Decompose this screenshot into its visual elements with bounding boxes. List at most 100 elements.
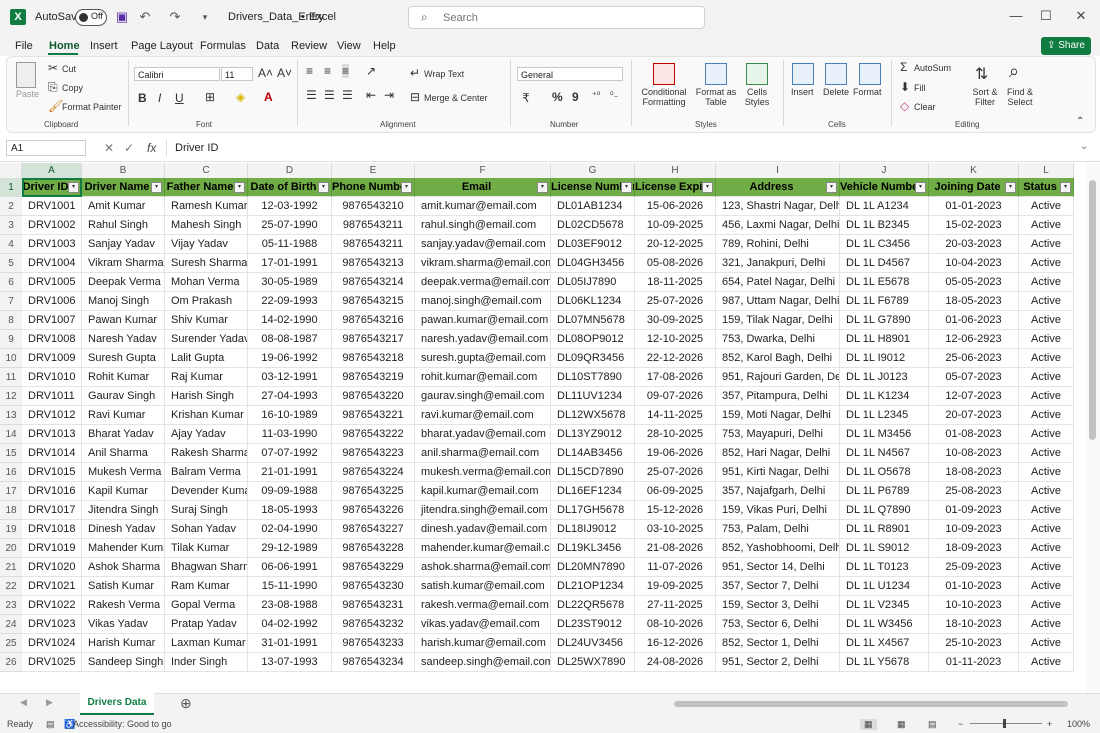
table-cell[interactable]: 357, Najafgarh, Delhi xyxy=(716,482,840,501)
format-as-table-button[interactable]: Format as Table xyxy=(694,87,738,107)
table-cell[interactable]: 10-08-2023 xyxy=(929,444,1019,463)
macro-icon[interactable]: ▤ xyxy=(46,719,55,730)
table-cell[interactable]: DRV1018 xyxy=(22,520,82,539)
table-cell[interactable]: 9876543214 xyxy=(332,273,415,292)
table-cell[interactable]: 22-12-2026 xyxy=(635,349,716,368)
align-top-icon[interactable]: ≡ xyxy=(306,64,313,78)
autosum-icon[interactable]: Σ xyxy=(900,60,907,74)
table-cell[interactable]: 753, Dwarka, Delhi xyxy=(716,330,840,349)
cancel-formula-icon[interactable]: ✕ xyxy=(104,141,114,155)
table-cell[interactable]: 11-07-2026 xyxy=(635,558,716,577)
copy-icon[interactable]: ⎘ xyxy=(48,80,58,95)
menu-data[interactable]: Data xyxy=(256,40,279,52)
table-cell[interactable]: 10-09-2025 xyxy=(635,216,716,235)
clear-button[interactable]: Clear xyxy=(914,102,936,112)
minimize-icon[interactable]: — xyxy=(1006,8,1026,23)
table-cell[interactable]: 15-06-2026 xyxy=(635,197,716,216)
table-cell[interactable]: 01-08-2023 xyxy=(929,425,1019,444)
table-cell[interactable]: 9876543225 xyxy=(332,482,415,501)
table-cell[interactable]: 14-02-1990 xyxy=(248,311,332,330)
table-cell[interactable]: DL 1L F6789 xyxy=(840,292,929,311)
table-cell[interactable]: 20-03-2023 xyxy=(929,235,1019,254)
menu-review[interactable]: Review xyxy=(291,40,327,52)
table-cell[interactable]: 9876543216 xyxy=(332,311,415,330)
column-header-k[interactable]: K xyxy=(929,163,1019,178)
table-cell[interactable]: 852, Hari Nagar, Delhi xyxy=(716,444,840,463)
column-header-f[interactable]: F xyxy=(415,163,551,178)
header-cell[interactable]: Phone Number ▾ xyxy=(332,178,415,197)
table-cell[interactable]: DL 1L V2345 xyxy=(840,596,929,615)
table-cell[interactable]: 19-06-1992 xyxy=(248,349,332,368)
table-cell[interactable]: 16-12-2026 xyxy=(635,634,716,653)
table-cell[interactable]: 29-12-1989 xyxy=(248,539,332,558)
align-left-icon[interactable]: ☰ xyxy=(306,88,317,102)
filter-dropdown-icon[interactable]: ▾ xyxy=(1005,182,1016,193)
header-cell[interactable]: Joining Date ▾ xyxy=(929,178,1019,197)
table-cell[interactable]: 9876543224 xyxy=(332,463,415,482)
table-cell[interactable]: 22-09-1993 xyxy=(248,292,332,311)
table-cell[interactable]: 21-01-1991 xyxy=(248,463,332,482)
table-cell[interactable]: DL06KL1234 xyxy=(551,292,635,311)
table-cell[interactable]: 9876543211 xyxy=(332,235,415,254)
table-cell[interactable]: 123, Shastri Nagar, Delhi xyxy=(716,197,840,216)
row-header[interactable]: 7 xyxy=(0,292,22,311)
table-cell[interactable]: 321, Janakpuri, Delhi xyxy=(716,254,840,273)
row-header[interactable]: 19 xyxy=(0,520,22,539)
column-header-a[interactable]: A xyxy=(22,163,82,178)
table-cell[interactable]: vikram.sharma@email.com xyxy=(415,254,551,273)
table-cell[interactable]: DRV1023 xyxy=(22,615,82,634)
table-cell[interactable]: Active xyxy=(1019,615,1074,634)
row-header[interactable]: 14 xyxy=(0,425,22,444)
table-cell[interactable]: DL25WX7890 xyxy=(551,653,635,672)
table-cell[interactable]: 09-09-1988 xyxy=(248,482,332,501)
table-cell[interactable]: DL 1L B2345 xyxy=(840,216,929,235)
table-cell[interactable]: DRV1003 xyxy=(22,235,82,254)
comma-style-button[interactable]: 9 xyxy=(572,90,579,104)
row-header[interactable]: 4 xyxy=(0,235,22,254)
horizontal-scroll-thumb[interactable] xyxy=(674,701,1068,707)
table-cell[interactable]: 25-10-2023 xyxy=(929,634,1019,653)
table-cell[interactable]: 25-08-2023 xyxy=(929,482,1019,501)
row-header[interactable]: 10 xyxy=(0,349,22,368)
conditional-formatting-button[interactable]: Conditional Formatting xyxy=(638,87,690,107)
table-cell[interactable]: ashok.sharma@email.com xyxy=(415,558,551,577)
table-cell[interactable]: Pratap Yadav xyxy=(165,615,248,634)
table-cell[interactable]: rahul.singh@email.com xyxy=(415,216,551,235)
table-cell[interactable]: DL 1L E5678 xyxy=(840,273,929,292)
decrease-decimal-icon[interactable]: ⁰₋ xyxy=(610,90,618,101)
table-cell[interactable]: Ashok Sharma xyxy=(82,558,165,577)
add-sheet-icon[interactable]: ⊕ xyxy=(180,695,192,712)
table-cell[interactable]: 25-07-2026 xyxy=(635,292,716,311)
table-cell[interactable]: DL 1L J0123 xyxy=(840,368,929,387)
table-cell[interactable]: 17-08-2026 xyxy=(635,368,716,387)
table-cell[interactable]: amit.kumar@email.com xyxy=(415,197,551,216)
table-cell[interactable]: DRV1004 xyxy=(22,254,82,273)
table-cell[interactable]: 9876543213 xyxy=(332,254,415,273)
row-header[interactable]: 22 xyxy=(0,577,22,596)
table-cell[interactable]: 05-11-1988 xyxy=(248,235,332,254)
table-cell[interactable]: DL22QR5678 xyxy=(551,596,635,615)
table-cell[interactable]: DRV1016 xyxy=(22,482,82,501)
table-cell[interactable]: DL 1L W3456 xyxy=(840,615,929,634)
table-cell[interactable]: 9876543218 xyxy=(332,349,415,368)
table-cell[interactable]: Dinesh Yadav xyxy=(82,520,165,539)
paste-icon[interactable] xyxy=(16,62,36,88)
table-cell[interactable]: dinesh.yadav@email.com xyxy=(415,520,551,539)
table-cell[interactable]: 03-12-1991 xyxy=(248,368,332,387)
table-cell[interactable]: ravi.kumar@email.com xyxy=(415,406,551,425)
table-cell[interactable]: 23-08-1988 xyxy=(248,596,332,615)
table-cell[interactable]: Om Prakash xyxy=(165,292,248,311)
filter-dropdown-icon[interactable]: ▾ xyxy=(826,182,837,193)
underline-button[interactable]: U xyxy=(175,91,184,105)
table-cell[interactable]: DL12WX5678 xyxy=(551,406,635,425)
share-button[interactable]: ⇪ Share xyxy=(1041,37,1091,55)
header-cell[interactable]: License Number ▾ xyxy=(551,178,635,197)
table-cell[interactable]: bharat.yadav@email.com xyxy=(415,425,551,444)
enter-formula-icon[interactable]: ✓ xyxy=(124,141,134,155)
table-cell[interactable]: 01-11-2023 xyxy=(929,653,1019,672)
table-cell[interactable]: DL 1L M3456 xyxy=(840,425,929,444)
table-cell[interactable]: 18-08-2023 xyxy=(929,463,1019,482)
table-cell[interactable]: Active xyxy=(1019,311,1074,330)
header-cell[interactable]: Date of Birth ▾ xyxy=(248,178,332,197)
table-cell[interactable]: Manoj Singh xyxy=(82,292,165,311)
